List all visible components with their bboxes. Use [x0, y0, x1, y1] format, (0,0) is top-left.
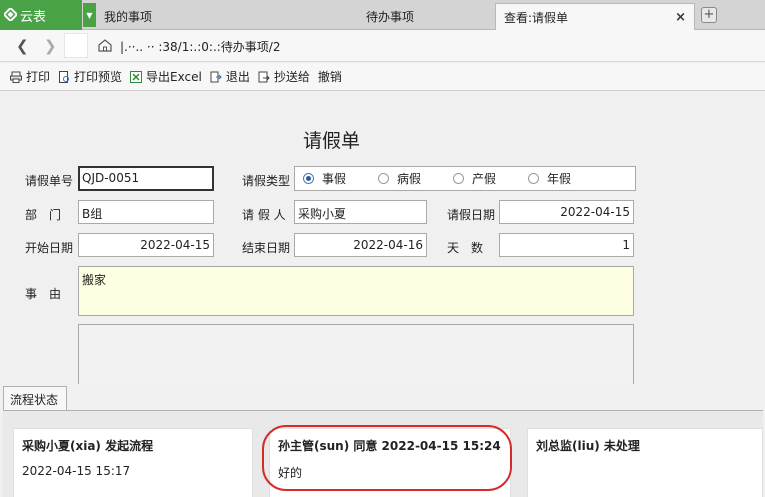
tab-view-leave-form[interactable]: 查看:请假单 ×	[495, 3, 695, 30]
tab-flow-status[interactable]: 流程状态	[3, 386, 67, 410]
app-menu-tab[interactable]: 云表	[0, 0, 82, 30]
new-tab-button[interactable]: +	[701, 7, 717, 23]
leave-form: 请假单 请假单号 QJD-0051 请假类型 事假 病假 产假 年假 部 门 B…	[3, 92, 763, 384]
tab-label: 待办事项	[365, 10, 414, 24]
reason-textarea[interactable]: 搬家	[78, 266, 634, 316]
radio-label: 产假	[472, 172, 497, 186]
radio-unselected-icon	[378, 173, 390, 184]
close-icon[interactable]: ×	[675, 10, 686, 25]
days-field[interactable]: 1	[499, 233, 634, 257]
radio-maternity-leave[interactable]: 产假	[453, 170, 496, 187]
radio-annual-leave[interactable]: 年假	[528, 170, 571, 187]
print-preview-button[interactable]: 打印预览	[58, 68, 122, 85]
days-label: 天 数	[447, 241, 484, 255]
print-preview-icon	[59, 70, 70, 83]
app-logo-icon	[4, 8, 17, 21]
back-arrow-icon[interactable]: ❮	[16, 37, 29, 55]
radio-label: 病假	[397, 172, 422, 186]
tab-todo-items[interactable]: 待办事项	[290, 3, 490, 30]
reason-label: 事 由	[25, 287, 62, 301]
site-icon	[64, 33, 88, 58]
tab-label: 我的事项	[104, 10, 153, 24]
flow-step-title: 采购小夏(xia) 发起流程	[22, 439, 154, 453]
flow-step-card: 刘总监(liu) 未处理	[527, 428, 763, 497]
exit-button[interactable]: 退出	[210, 68, 250, 85]
radio-label: 事假	[322, 172, 347, 186]
exit-label: 退出	[225, 70, 250, 84]
forward-arrow-icon[interactable]: ❯	[44, 37, 57, 55]
department-label: 部 门	[25, 208, 62, 222]
leave-type-label: 请假类型	[242, 174, 291, 188]
flow-step-detail: 2022-04-15 15:17	[22, 464, 131, 478]
revoke-label: 撤销	[317, 70, 342, 84]
chevron-down-icon: ▼	[86, 10, 93, 20]
leave-no-label: 请假单号	[25, 174, 74, 188]
tab-my-items[interactable]: 我的事项	[98, 3, 288, 30]
annotation-highlight-ring	[262, 425, 512, 491]
address-bar: ❮ ❯ |.··.. ·· :38/1:.:0:.:待办事项/2	[0, 30, 765, 62]
forward-document-icon	[258, 71, 270, 82]
end-date-field[interactable]: 2022-04-16	[294, 233, 427, 257]
toolbar: 打印 打印预览 导出Excel 退出 抄送给 撤销	[0, 63, 765, 91]
apply-date-field[interactable]: 2022-04-15	[499, 200, 634, 224]
print-preview-label: 打印预览	[74, 70, 123, 84]
exit-icon	[210, 71, 222, 82]
radio-sick-leave[interactable]: 病假	[378, 170, 421, 187]
form-title: 请假单	[303, 130, 361, 152]
cc-label: 抄送给	[273, 70, 310, 84]
radio-personal-leave[interactable]: 事假	[303, 170, 346, 187]
tab-bar: 云表 ▼ 我的事项 待办事项 查看:请假单 × +	[0, 0, 765, 30]
apply-date-label: 请假日期	[447, 208, 496, 222]
home-icon[interactable]	[98, 39, 112, 52]
start-date-field[interactable]: 2022-04-15	[78, 233, 214, 257]
radio-selected-icon	[303, 173, 314, 184]
leave-type-radio-group: 事假 病假 产假 年假	[294, 166, 636, 191]
attachment-area	[78, 324, 634, 384]
cc-button[interactable]: 抄送给	[258, 68, 310, 85]
radio-unselected-icon	[528, 173, 540, 184]
excel-icon	[130, 70, 143, 83]
flow-step-title: 刘总监(liu) 未处理	[536, 439, 640, 453]
app-dropdown-button[interactable]: ▼	[83, 3, 96, 27]
start-date-label: 开始日期	[25, 241, 74, 255]
end-date-label: 结束日期	[242, 241, 291, 255]
applicant-label: 请 假 人	[242, 208, 286, 222]
url-field[interactable]: |.··.. ·· :38/1:.:0:.:待办事项/2	[120, 38, 280, 55]
revoke-button[interactable]: 撤销	[318, 68, 342, 85]
tab-label: 查看:请假单	[504, 10, 569, 25]
export-excel-button[interactable]: 导出Excel	[130, 68, 202, 85]
printer-icon	[10, 71, 22, 83]
radio-unselected-icon	[453, 173, 465, 184]
app-name: 云表	[20, 9, 47, 25]
leave-no-field[interactable]: QJD-0051	[78, 166, 214, 191]
flow-step-card: 采购小夏(xia) 发起流程 2022-04-15 15:17	[13, 428, 253, 497]
print-button[interactable]: 打印	[10, 68, 50, 85]
plus-icon: +	[703, 7, 715, 22]
export-excel-label: 导出Excel	[146, 70, 202, 84]
radio-label: 年假	[547, 172, 572, 186]
applicant-field[interactable]: 采购小夏	[294, 200, 427, 224]
print-label: 打印	[26, 70, 51, 84]
department-field[interactable]: B组	[78, 200, 214, 224]
